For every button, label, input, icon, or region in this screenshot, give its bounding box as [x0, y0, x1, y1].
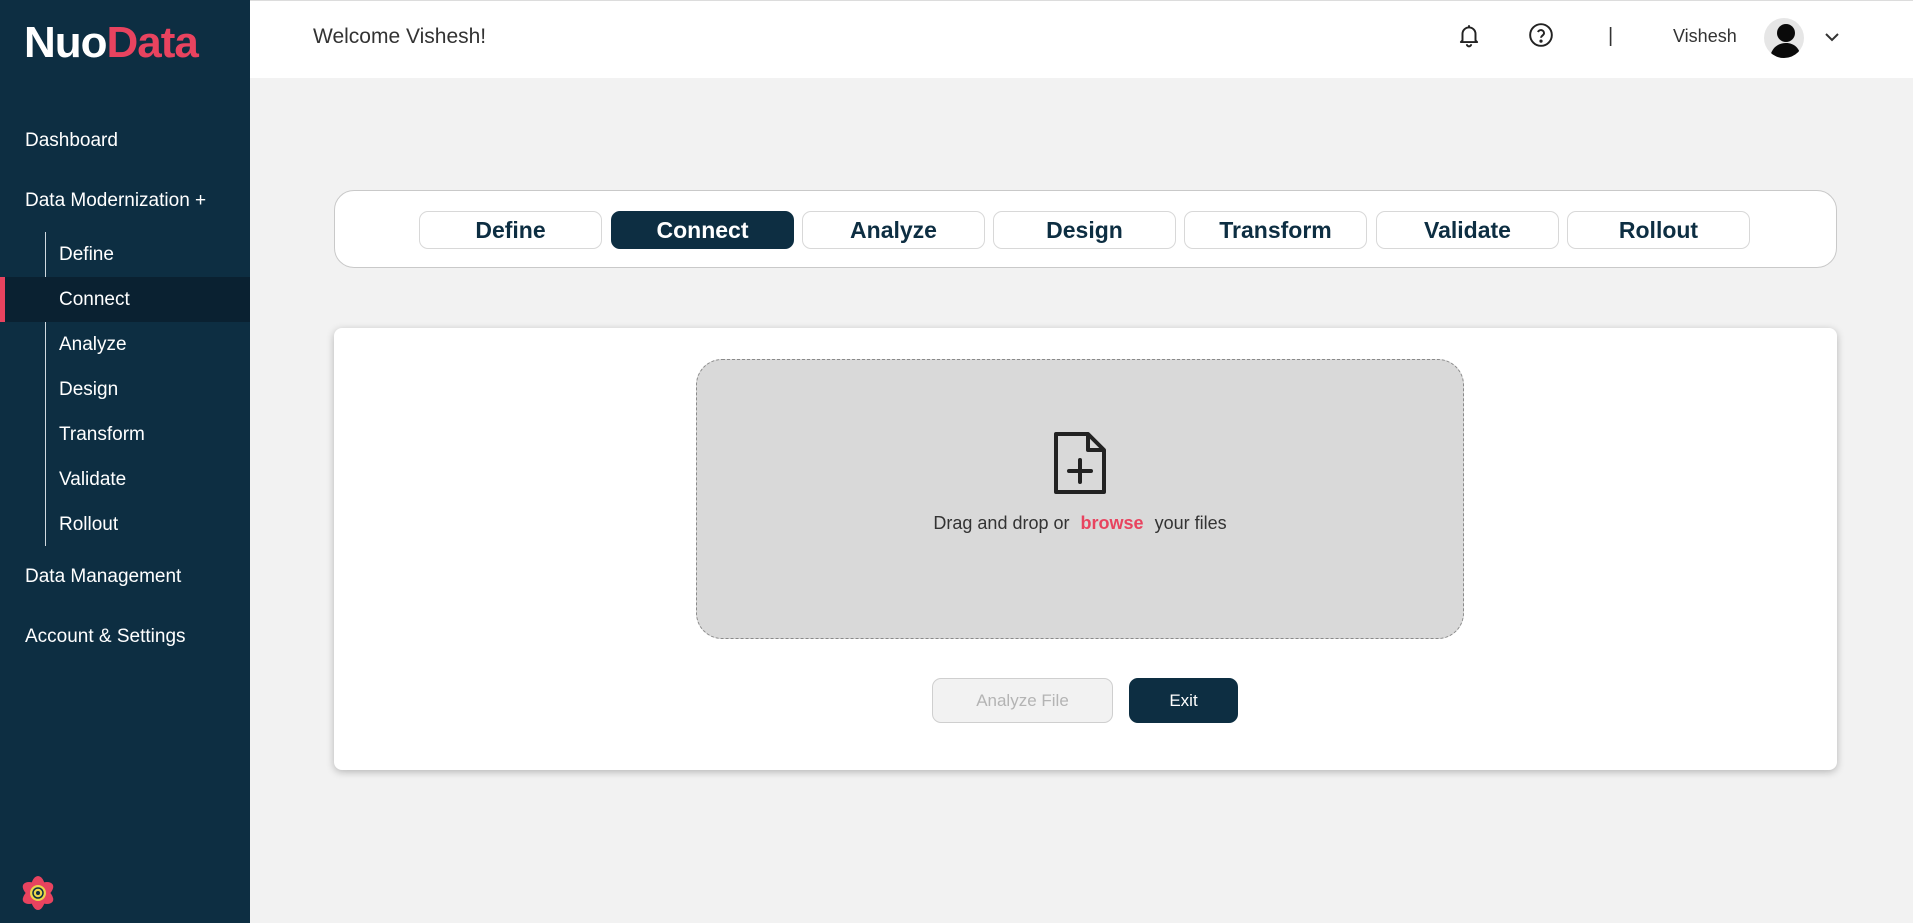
sidebar-subitem-validate[interactable]: Validate	[0, 457, 250, 502]
file-dropzone[interactable]: Drag and drop or browse your files	[696, 359, 1464, 639]
username[interactable]: Vishesh	[1673, 26, 1737, 47]
process-stepper: Define Connect Analyze Design Transform …	[334, 190, 1837, 268]
step-define[interactable]: Define	[419, 211, 602, 249]
logo-part-nuo: Nuo	[24, 18, 108, 67]
logo-part-data: Data	[106, 18, 199, 67]
step-transform[interactable]: Transform	[1184, 211, 1367, 249]
step-validate[interactable]: Validate	[1376, 211, 1559, 249]
sidebar-subitem-transform[interactable]: Transform	[0, 412, 250, 457]
sidebar-subitem-analyze[interactable]: Analyze	[0, 322, 250, 367]
sidebar-subitem-connect[interactable]: Connect	[0, 277, 250, 322]
analyze-file-button[interactable]: Analyze File	[932, 678, 1113, 723]
step-design[interactable]: Design	[993, 211, 1176, 249]
avatar-silhouette	[1770, 24, 1801, 58]
dropzone-text-before: Drag and drop or	[933, 513, 1070, 533]
upload-card: Drag and drop or browse your files Analy…	[334, 328, 1837, 770]
help-icon[interactable]	[1528, 22, 1554, 48]
chevron-down-icon[interactable]	[1822, 27, 1842, 47]
exit-button[interactable]: Exit	[1129, 678, 1238, 723]
step-analyze[interactable]: Analyze	[802, 211, 985, 249]
top-header: Welcome Vishesh! | Vishesh	[250, 0, 1913, 78]
file-plus-icon	[1054, 432, 1106, 494]
sidebar-subnav: Define Connect Analyze Design Transform …	[0, 232, 250, 547]
avatar[interactable]	[1764, 18, 1804, 58]
sidebar-subitem-rollout[interactable]: Rollout	[0, 502, 250, 547]
browse-link[interactable]: browse	[1081, 513, 1144, 533]
bell-icon[interactable]	[1456, 22, 1482, 48]
flower-logo-icon	[22, 876, 54, 910]
welcome-message: Welcome Vishesh!	[313, 25, 487, 48]
sidebar-item-account-settings[interactable]: Account & Settings	[25, 626, 186, 648]
sidebar: NuoData Dashboard Data Modernization + D…	[0, 0, 250, 923]
sidebar-item-data-management[interactable]: Data Management	[25, 566, 181, 588]
dropzone-text-after: your files	[1154, 513, 1227, 533]
sidebar-subitem-design[interactable]: Design	[0, 367, 250, 412]
sidebar-item-dashboard[interactable]: Dashboard	[25, 130, 118, 152]
sidebar-subitem-define[interactable]: Define	[0, 232, 250, 277]
step-rollout[interactable]: Rollout	[1567, 211, 1750, 249]
header-separator: |	[1608, 25, 1614, 47]
sidebar-item-data-modernization[interactable]: Data Modernization +	[25, 190, 206, 212]
nuodata-logo[interactable]: NuoData	[24, 18, 199, 68]
step-connect[interactable]: Connect	[611, 211, 794, 249]
dropzone-instructions: Drag and drop or browse your files	[697, 513, 1463, 534]
